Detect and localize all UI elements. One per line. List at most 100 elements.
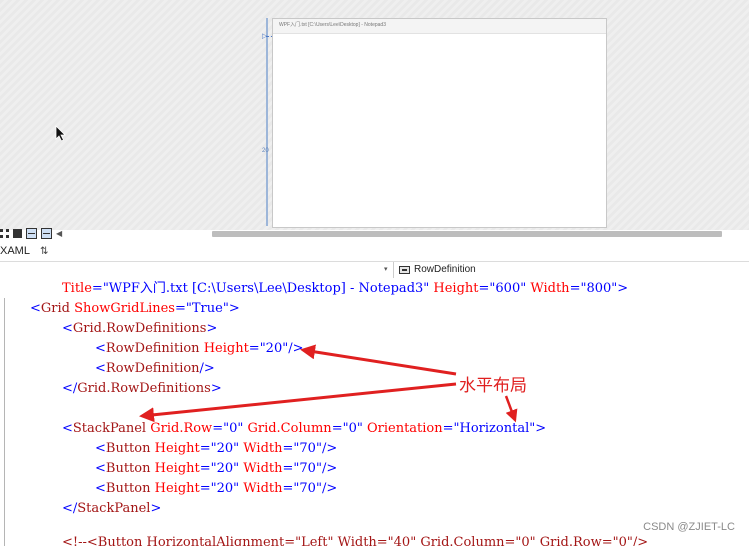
token: = bbox=[282, 441, 294, 456]
token: = bbox=[212, 421, 224, 436]
horizontal-scrollbar[interactable] bbox=[212, 231, 722, 237]
token: Grid.Row bbox=[150, 421, 213, 436]
token: = bbox=[478, 281, 490, 296]
token: Button bbox=[105, 441, 151, 456]
token: Height bbox=[433, 281, 479, 296]
token: "Horizontal" bbox=[453, 421, 536, 436]
code-line-rowdefinition-2[interactable]: <RowDefinition/> bbox=[95, 359, 215, 379]
code-line-stackpanel-open[interactable]: <StackPanel Grid.Row="0" Grid.Column="0"… bbox=[62, 419, 546, 439]
nav-divider bbox=[393, 262, 394, 279]
grid-view-icon[interactable] bbox=[0, 228, 9, 238]
editor-tabbar: XAML ⇅ bbox=[0, 242, 749, 260]
breadcrumb-element[interactable]: RowDefinition bbox=[414, 264, 476, 275]
mouse-cursor-icon bbox=[55, 125, 66, 142]
watermark: CSDN @ZJIET-LC bbox=[643, 521, 735, 533]
token: /> bbox=[199, 361, 215, 376]
token: "800" bbox=[580, 281, 618, 296]
partial-comment-text: <!--<Button HorizontalAlignment="Left" W… bbox=[62, 536, 649, 546]
code-line-button-1[interactable]: <Button Height="20" Width="70"/> bbox=[95, 439, 337, 459]
token: > bbox=[210, 381, 222, 396]
token: "20" bbox=[259, 341, 289, 356]
token: /> bbox=[321, 441, 338, 456]
snap-lines-icon[interactable] bbox=[41, 227, 52, 239]
token: Width bbox=[530, 281, 570, 296]
token: = bbox=[282, 481, 294, 496]
code-line-rowdefinitions-close[interactable]: </Grid.RowDefinitions> bbox=[62, 379, 222, 399]
code-line-rowdefinitions-open[interactable]: <Grid.RowDefinitions> bbox=[62, 319, 217, 339]
fold-guide bbox=[4, 298, 5, 546]
token: Height bbox=[154, 441, 200, 456]
snap-grid-icon[interactable] bbox=[26, 227, 37, 239]
window-preview-titlebar: WPF入门.txt [C:\Users\Lee\Desktop] - Notep… bbox=[273, 19, 606, 34]
code-line-grid[interactable]: <Grid ShowGridLines="True"> bbox=[30, 299, 240, 319]
token: < bbox=[62, 321, 73, 336]
element-icon bbox=[399, 266, 410, 274]
token: Grid.RowDefinitions bbox=[72, 321, 207, 336]
token: > bbox=[150, 501, 162, 516]
token: < bbox=[95, 481, 106, 496]
token: < bbox=[30, 301, 41, 316]
designer-surface[interactable]: ▷ 20 WPF入门.txt [C:\Users\Lee\Desktop] - … bbox=[0, 0, 749, 230]
token: StackPanel bbox=[77, 501, 151, 516]
token: < bbox=[95, 361, 106, 376]
xaml-code-editor[interactable]: Title="WPF入门.txt [C:\Users\Lee\Desktop] … bbox=[0, 278, 749, 546]
token: < bbox=[95, 341, 106, 356]
token: "600" bbox=[489, 281, 527, 296]
token: = bbox=[442, 421, 454, 436]
token: = bbox=[331, 421, 343, 436]
token: Button bbox=[105, 481, 151, 496]
token: = bbox=[199, 481, 211, 496]
row-marker-arrow-icon[interactable]: ▷ bbox=[262, 32, 267, 40]
window-preview[interactable]: WPF入门.txt [C:\Users\Lee\Desktop] - Notep… bbox=[272, 18, 607, 228]
token: < bbox=[95, 461, 106, 476]
token: Orientation bbox=[366, 421, 443, 436]
token: Height bbox=[203, 341, 249, 356]
token: "70" bbox=[293, 481, 322, 496]
token: = bbox=[282, 461, 294, 476]
token: = bbox=[248, 341, 260, 356]
token: "20" bbox=[210, 441, 240, 456]
code-line-rowdefinition-1[interactable]: <RowDefinition Height="20"/> bbox=[95, 339, 304, 359]
designer-toolbar: ◀ bbox=[0, 225, 62, 241]
code-line-title[interactable]: Title="WPF入门.txt [C:\Users\Lee\Desktop] … bbox=[62, 279, 628, 299]
token: "0" bbox=[342, 421, 363, 436]
token: "WPF入门.txt [C:\Users\Lee\Desktop] - Note… bbox=[102, 281, 430, 296]
token: = bbox=[199, 441, 211, 456]
token: > bbox=[206, 321, 218, 336]
token: = bbox=[174, 301, 186, 316]
token: "True" bbox=[185, 301, 229, 316]
token: = bbox=[199, 461, 211, 476]
token: RowDefinition bbox=[105, 361, 200, 376]
token: /> bbox=[321, 461, 338, 476]
annotation-label: 水平布局 bbox=[459, 376, 527, 396]
code-line-comment-partial[interactable]: <!--<Button HorizontalAlignment="Left" W… bbox=[0, 536, 749, 546]
token: /> bbox=[321, 481, 338, 496]
dark-square-icon[interactable] bbox=[13, 228, 22, 238]
token: "20" bbox=[210, 461, 240, 476]
chevron-down-icon[interactable]: ▾ bbox=[384, 265, 388, 273]
token: RowDefinition bbox=[105, 341, 200, 356]
token: > bbox=[617, 281, 629, 296]
code-line-button-3[interactable]: <Button Height="20" Width="70"/> bbox=[95, 479, 337, 499]
token: </ bbox=[62, 501, 78, 516]
token: < bbox=[62, 421, 73, 436]
token: = bbox=[91, 281, 103, 296]
token: </ bbox=[62, 381, 78, 396]
token: Height bbox=[154, 481, 200, 496]
window-preview-title: WPF入门.txt [C:\Users\Lee\Desktop] - Notep… bbox=[279, 22, 386, 28]
grid-row-rail[interactable] bbox=[266, 18, 268, 226]
tab-xaml[interactable]: XAML bbox=[0, 245, 30, 257]
code-line-stackpanel-close[interactable]: </StackPanel> bbox=[62, 499, 161, 519]
token: ShowGridLines bbox=[74, 301, 175, 316]
token: "70" bbox=[293, 441, 322, 456]
token: > bbox=[535, 421, 547, 436]
token: Width bbox=[243, 441, 283, 456]
code-line-button-2[interactable]: <Button Height="20" Width="70"/> bbox=[95, 459, 337, 479]
token: "0" bbox=[223, 421, 244, 436]
triangle-left-icon[interactable]: ◀ bbox=[56, 229, 62, 238]
token: Width bbox=[243, 461, 283, 476]
token: Width bbox=[243, 481, 283, 496]
token: "20" bbox=[210, 481, 240, 496]
swap-panes-icon[interactable]: ⇅ bbox=[40, 246, 48, 257]
token: = bbox=[569, 281, 581, 296]
